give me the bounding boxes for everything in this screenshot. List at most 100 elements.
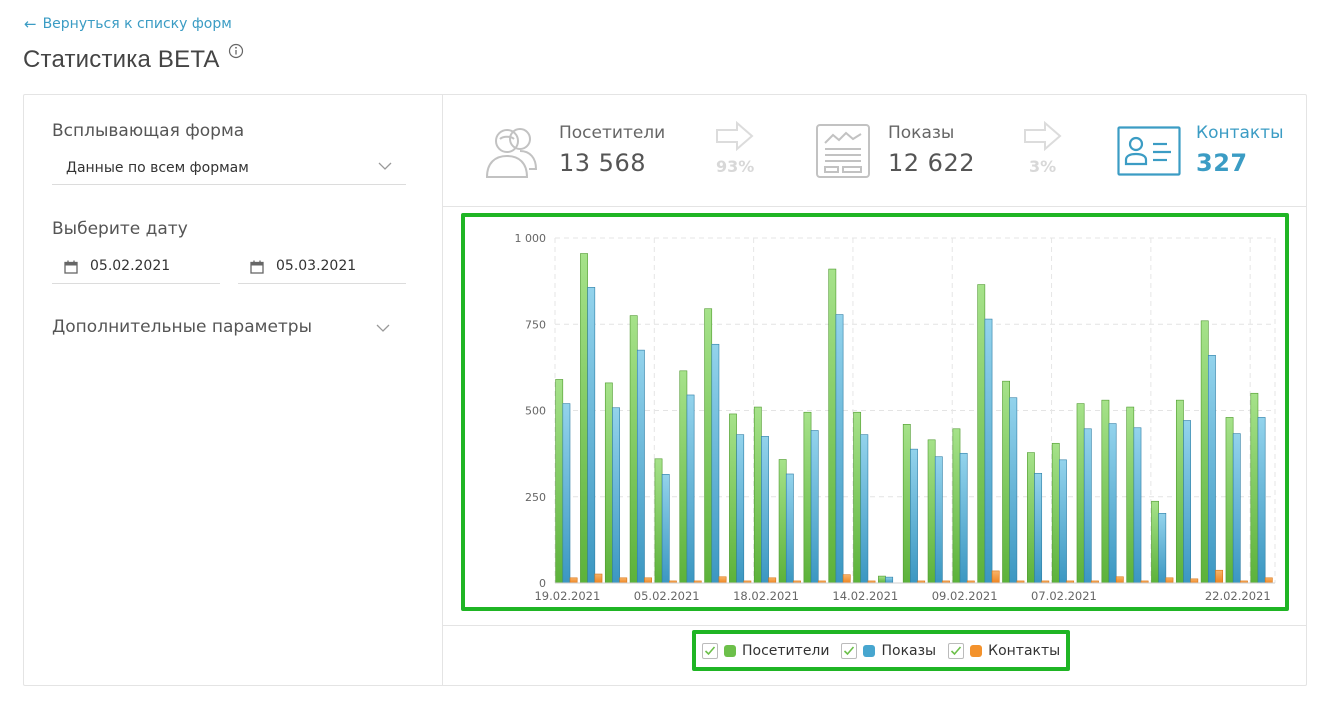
bar-visitors — [1076, 403, 1085, 584]
bar-impressions — [761, 436, 769, 584]
legend-highlight-frame: Посетители Показы Контакты — [692, 630, 1070, 671]
bar-impressions — [984, 318, 993, 584]
bar-visitors — [778, 459, 787, 584]
bar-visitors — [729, 413, 737, 584]
chart-highlight-frame: 0 250 500 750 1 000 19.02.2021 05.02.2021 18.02… — [461, 213, 1289, 611]
bar-visitors — [679, 370, 688, 584]
bar-impressions — [1183, 420, 1191, 584]
form-select-value: Данные по всем формам — [66, 160, 249, 176]
bar-visitors — [853, 411, 862, 584]
date-from-field[interactable]: 05.02.2021 — [52, 250, 220, 284]
visitors-icon — [485, 128, 538, 178]
impressions-label: Показы — [888, 123, 955, 143]
bar-impressions — [910, 448, 918, 584]
bar-contacts — [594, 573, 603, 584]
bar-impressions — [686, 394, 695, 584]
chevron-down-icon — [378, 162, 392, 170]
bar-visitors — [803, 411, 812, 584]
bar-visitors — [1002, 380, 1010, 584]
back-to-forms-link[interactable]: ← Вернуться к списку форм — [24, 16, 232, 32]
impressions-to-contacts-rate: 3% — [1029, 157, 1057, 176]
impressions-icon — [816, 124, 870, 178]
bar-visitors — [580, 253, 588, 584]
bar-visitors — [878, 575, 886, 584]
bar-impressions — [562, 403, 571, 584]
date-to-field[interactable]: 05.03.2021 — [238, 250, 406, 284]
bar-visitors — [977, 284, 986, 584]
y-tick-label: 500 — [525, 405, 546, 418]
bar-visitors — [1101, 399, 1110, 584]
bar-visitors — [902, 424, 911, 584]
bar-impressions — [835, 314, 844, 584]
bar-contacts — [842, 574, 851, 584]
chevron-down-icon[interactable] — [376, 323, 390, 333]
x-tick-label: 22.02.2021 — [1205, 589, 1271, 603]
checkbox[interactable] — [841, 642, 858, 659]
bar-impressions — [1232, 433, 1241, 584]
bar-visitors — [704, 308, 713, 584]
visitors-label: Посетители — [559, 123, 666, 143]
bar-impressions — [810, 430, 819, 584]
visitors-to-impressions-rate: 93% — [716, 157, 755, 176]
bar-contacts — [718, 576, 727, 584]
y-tick-label: 750 — [525, 318, 546, 331]
checkbox[interactable] — [702, 642, 718, 659]
bar-impressions — [736, 434, 745, 584]
bar-visitors — [1225, 417, 1234, 584]
legend-label: Посетители — [742, 642, 830, 659]
arrow-left-icon: ← — [24, 14, 37, 33]
bar-impressions — [1257, 417, 1266, 584]
arrow-right-icon — [716, 121, 754, 151]
legend-item[interactable]: Посетители — [702, 642, 830, 659]
x-tick-label: 14.02.2021 — [832, 589, 898, 603]
contacts-value: 327 — [1196, 149, 1248, 177]
bar-contacts — [569, 577, 578, 584]
calendar-icon — [250, 260, 264, 274]
bar-visitors — [654, 458, 663, 584]
bar-visitors — [828, 268, 837, 584]
checkbox[interactable] — [948, 642, 965, 659]
contact-card-icon — [1117, 126, 1181, 176]
bar-visitors — [1027, 452, 1035, 584]
check-icon — [951, 645, 962, 655]
arrow-right-icon — [1024, 121, 1062, 151]
legend-item[interactable]: Показы — [841, 642, 937, 659]
check-icon — [844, 645, 855, 655]
extra-params-toggle[interactable]: Дополнительные параметры — [52, 317, 312, 337]
legend-swatch — [724, 644, 736, 657]
x-tick-label: 05.02.2021 — [634, 589, 700, 603]
legend-label: Контакты — [988, 642, 1061, 659]
legend-label: Показы — [881, 642, 937, 659]
bar-impressions — [1208, 355, 1216, 584]
bar-impressions — [860, 434, 869, 584]
x-tick-label: 09.02.2021 — [932, 589, 998, 603]
x-tick-label: 18.02.2021 — [733, 589, 799, 603]
bar-contacts — [1115, 576, 1124, 584]
date-label: Выберите дату — [52, 219, 188, 239]
legend-bar: Посетители Показы Контакты — [443, 625, 1306, 685]
bar-impressions — [1059, 459, 1067, 584]
stats-panel: Посетители 13 568 93% Показы 12 622 3% К… — [443, 95, 1306, 685]
bar-impressions — [1034, 472, 1043, 584]
contacts-label: Контакты — [1196, 123, 1284, 143]
bar-visitors — [1151, 500, 1159, 584]
bar-contacts — [1165, 577, 1174, 584]
info-icon[interactable] — [228, 43, 244, 59]
bar-impressions — [1108, 423, 1117, 584]
bar-impressions — [636, 349, 645, 584]
form-select[interactable]: Данные по всем формам — [52, 153, 406, 185]
legend-item[interactable]: Контакты — [948, 642, 1061, 659]
bar-impressions — [1158, 513, 1167, 584]
bar-visitors — [604, 382, 613, 584]
bar-visitors — [1051, 442, 1060, 584]
page-title: Статистика BETA — [23, 46, 220, 73]
bar-visitors — [1250, 392, 1259, 584]
back-link-label: Вернуться к списку форм — [42, 16, 232, 32]
impressions-value: 12 622 — [888, 149, 975, 177]
bar-impressions — [785, 473, 794, 584]
date-from-value: 05.02.2021 — [90, 258, 171, 274]
bar-contacts — [991, 570, 1000, 584]
x-tick-label: 07.02.2021 — [1031, 589, 1097, 603]
bar-visitors — [629, 315, 638, 584]
bar-contacts — [619, 577, 628, 584]
